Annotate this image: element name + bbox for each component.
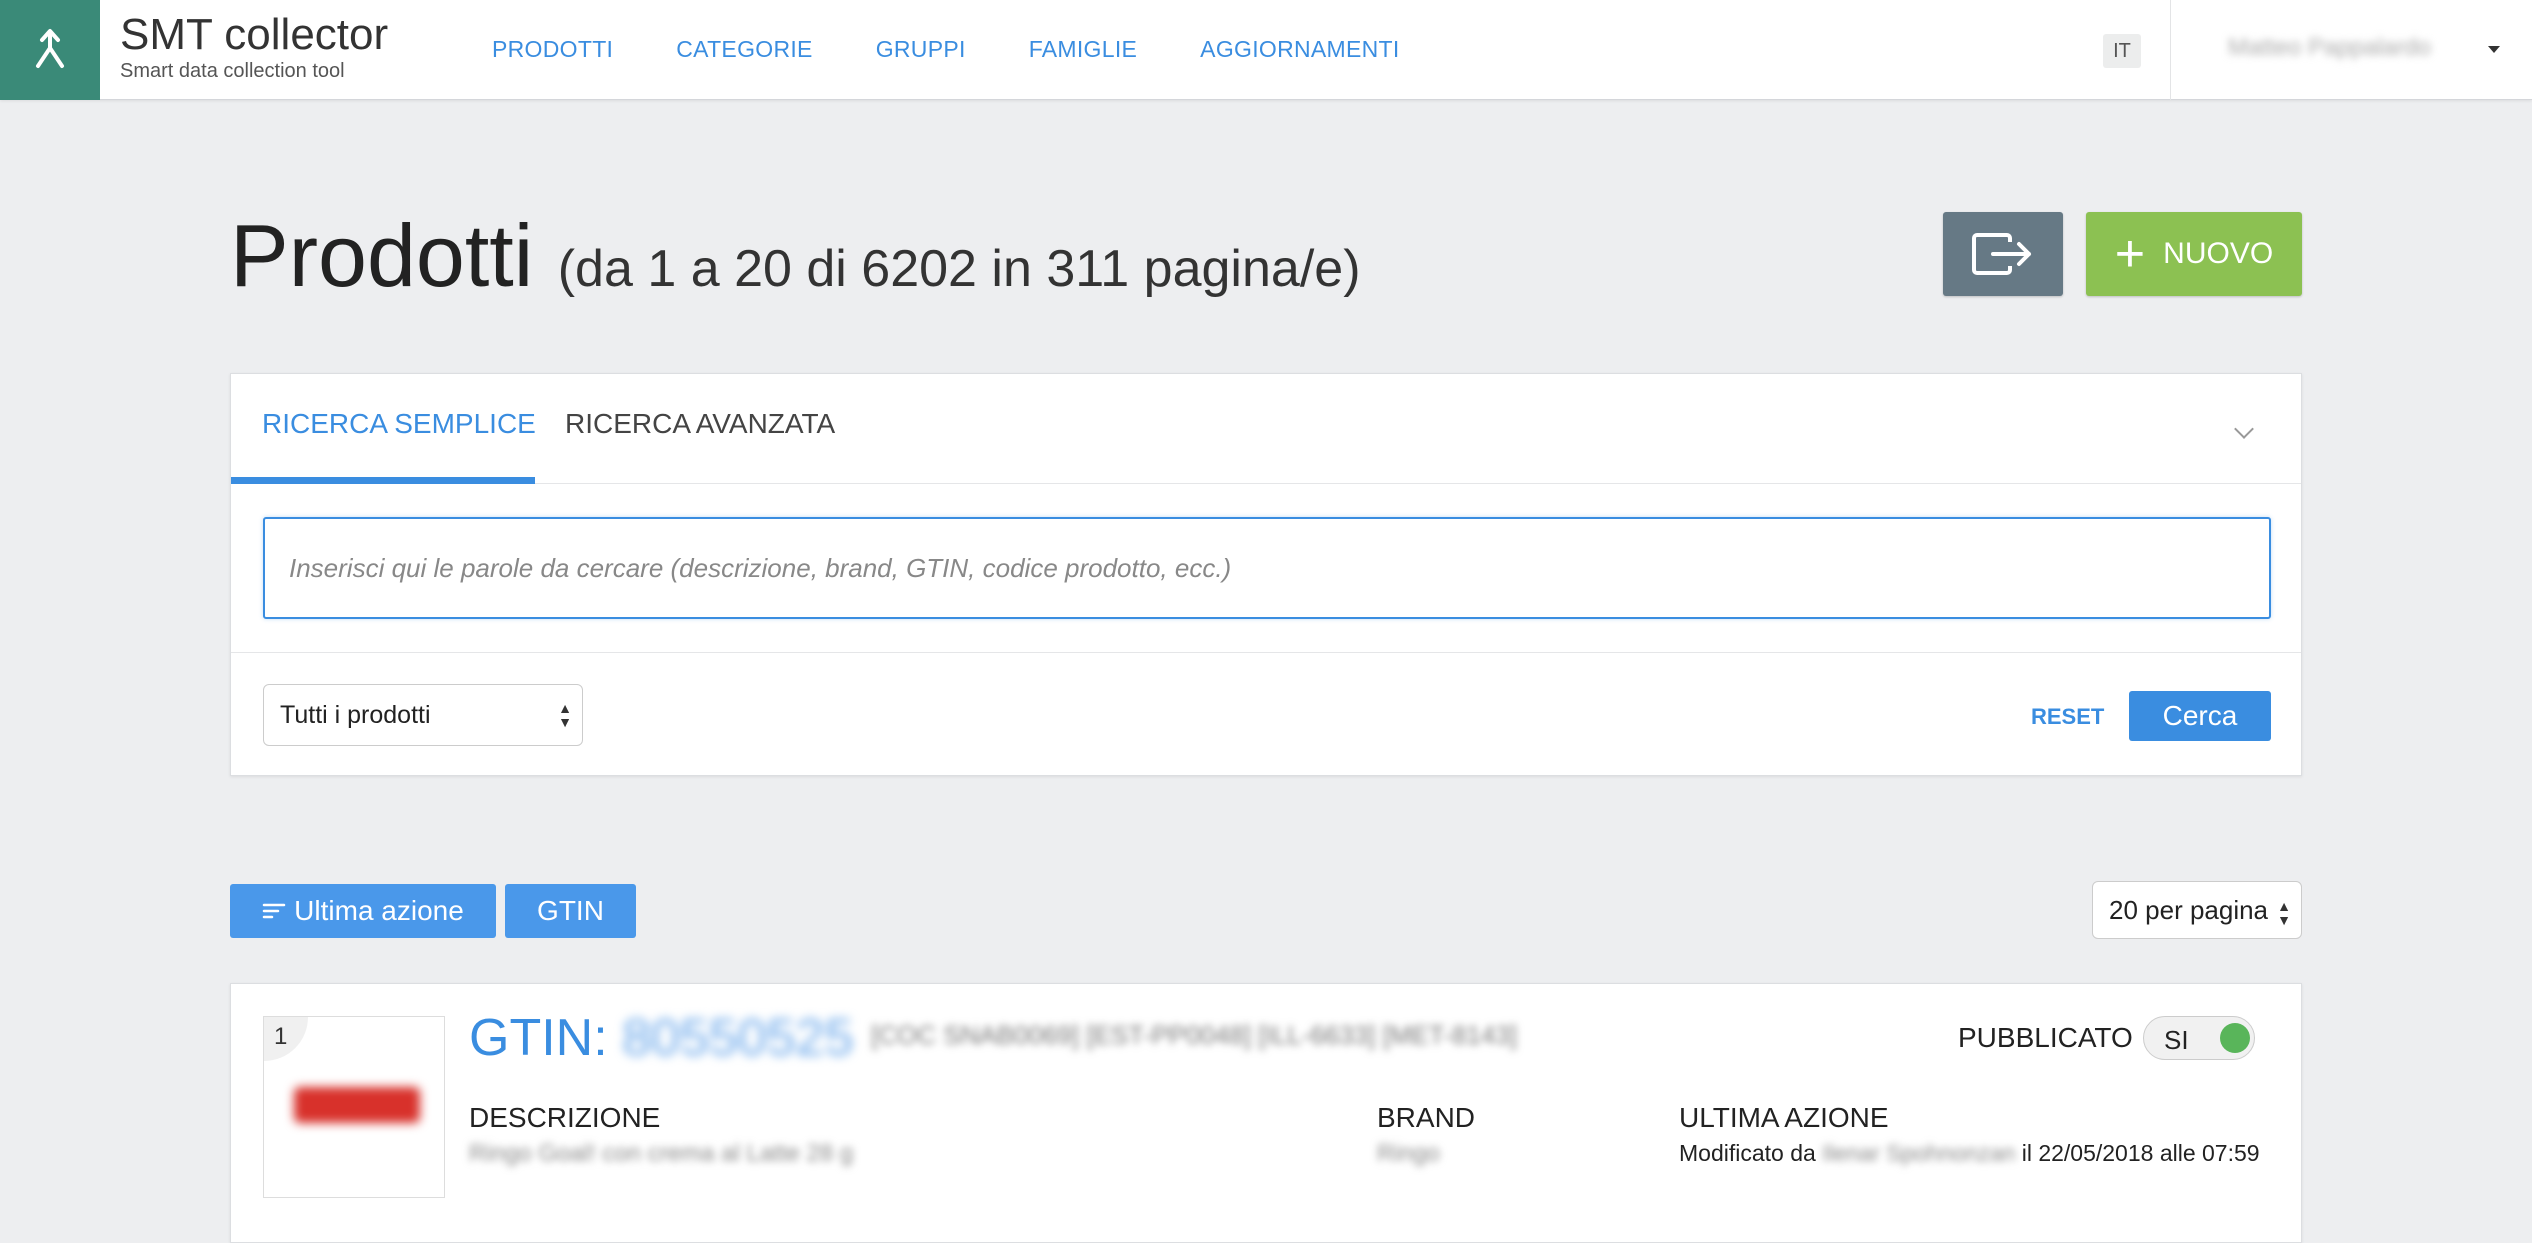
user-menu-name[interactable]: Matteo Pappalardo <box>2228 34 2431 62</box>
last-action-header: ULTIMA AZIONE <box>1679 1102 1889 1133</box>
app-logo[interactable] <box>0 0 100 100</box>
nav-item-categorie[interactable]: CATEGORIE <box>676 36 812 63</box>
sort-icon <box>262 903 286 919</box>
search-panel: RICERCA SEMPLICE RICERCA AVANZATA Tutti … <box>230 373 2302 776</box>
page-count-summary: (da 1 a 20 di 6202 in 311 pagina/e) <box>557 240 1361 298</box>
sort-ultima-azione-label: Ultima azione <box>294 895 464 926</box>
gtin-value: 80550525 <box>622 1009 854 1067</box>
description-value: Ringo Goal! con crema al Latte 28 g <box>469 1140 854 1167</box>
page-title: Prodotti (da 1 a 20 di 6202 in 311 pagin… <box>230 205 1361 307</box>
page-title-text: Prodotti <box>230 206 534 305</box>
gtin-label: GTIN: <box>469 1009 608 1067</box>
merge-arrow-icon <box>36 29 64 68</box>
plus-icon: + <box>2114 225 2146 283</box>
last-action-user: Ilenar Spohnonzan <box>1822 1140 2016 1166</box>
tab-ricerca-avanzata[interactable]: RICERCA AVANZATA <box>565 408 835 440</box>
product-filter-select[interactable]: Tutti i prodotti ▲ ▼ <box>263 684 583 746</box>
tab-ricerca-semplice[interactable]: RICERCA SEMPLICE <box>262 408 536 440</box>
chevron-down-icon[interactable] <box>2234 419 2254 439</box>
nav-item-famiglie[interactable]: FAMIGLIE <box>1029 36 1137 63</box>
sort-gtin-button[interactable]: GTIN <box>505 884 636 938</box>
active-tab-indicator <box>231 477 535 484</box>
last-action-date: il 22/05/2018 alle 07:59 <box>2021 1140 2260 1166</box>
search-input[interactable] <box>263 517 2271 619</box>
select-arrows-icon: ▲ ▼ <box>558 700 572 730</box>
last-action-prefix: Modificato da <box>1679 1140 1816 1166</box>
select-arrows-icon: ▲ ▼ <box>2277 898 2291 928</box>
published-label: PUBBLICATO <box>1958 1022 2133 1053</box>
navbar-divider <box>2170 0 2171 100</box>
nav-item-prodotti[interactable]: PRODOTTI <box>492 36 613 63</box>
toggle-knob <box>2220 1023 2250 1053</box>
export-icon <box>1972 233 2031 275</box>
language-selector[interactable]: IT <box>2103 34 2141 68</box>
product-thumbnail[interactable]: 1 <box>263 1016 445 1198</box>
nav-item-aggiornamenti[interactable]: AGGIORNAMENTI <box>1200 36 1399 63</box>
reset-button[interactable]: RESET <box>2031 704 2104 730</box>
sort-gtin-label: GTIN <box>537 895 604 926</box>
product-image <box>294 1087 420 1123</box>
product-codes: [COC SNAB0069] [EST-PP0048] [ILL-6633] [… <box>871 1020 1518 1050</box>
published-toggle-value: SI <box>2164 1025 2189 1055</box>
search-button[interactable]: Cerca <box>2129 691 2271 741</box>
app-title: SMT collector <box>120 10 389 59</box>
search-tabs: RICERCA SEMPLICE RICERCA AVANZATA <box>231 374 2301 484</box>
export-button[interactable] <box>1943 212 2063 296</box>
brand-value: Ringo <box>1377 1140 1440 1167</box>
last-action-value: Modificato da Ilenar Spohnonzan il 22/05… <box>1679 1140 2260 1167</box>
product-card[interactable]: 1 GTIN: 80550525 [COC SNAB0069] [EST-PP0… <box>230 983 2302 1243</box>
caret-down-icon[interactable] <box>2488 46 2500 53</box>
app-subtitle: Smart data collection tool <box>120 60 345 82</box>
per-page-select[interactable]: 20 per pagina ▲ ▼ <box>2092 881 2302 939</box>
panel-divider <box>231 652 2301 653</box>
product-gtin[interactable]: GTIN: 80550525 <box>469 1008 853 1068</box>
nav-item-gruppi[interactable]: GRUPPI <box>876 36 966 63</box>
new-product-button[interactable]: + NUOVO <box>2086 212 2302 296</box>
description-header: DESCRIZIONE <box>469 1102 661 1133</box>
sort-ultima-azione-button[interactable]: Ultima azione <box>230 884 496 938</box>
new-product-label: NUOVO <box>2163 237 2274 270</box>
per-page-value: 20 per pagina <box>2109 894 2269 925</box>
published-toggle[interactable]: SI <box>2143 1016 2255 1060</box>
main-nav: PRODOTTI CATEGORIE GRUPPI FAMIGLIE AGGIO… <box>492 36 1463 63</box>
brand-header: BRAND <box>1377 1102 1476 1133</box>
top-navbar: SMT collector Smart data collection tool… <box>0 0 2532 100</box>
product-filter-value: Tutti i prodotti <box>280 700 431 729</box>
product-index: 1 <box>264 1017 308 1061</box>
